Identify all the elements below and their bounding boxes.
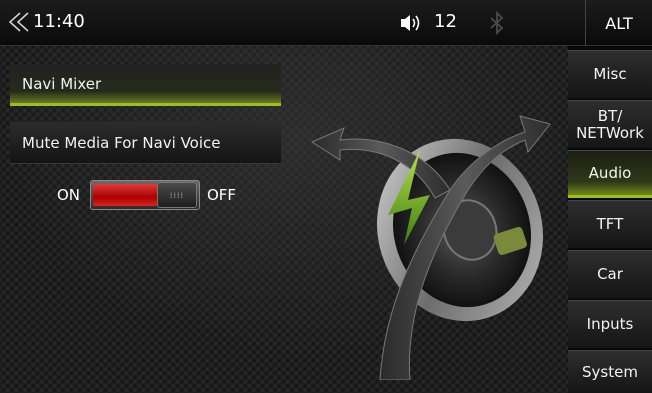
bluetooth-icon: [488, 10, 506, 36]
toggle-off-label: OFF: [207, 186, 237, 204]
speaker-icon: [398, 12, 424, 34]
toggle-knob[interactable]: ⁞⁞⁞⁞: [157, 182, 197, 208]
settings-screen: 11:40 12 ALT Navi Mixer Mute Media For N…: [0, 0, 652, 393]
menu-item-label: Car: [597, 265, 623, 283]
menu-item-inputs[interactable]: Inputs: [568, 300, 652, 348]
alt-button[interactable]: ALT: [586, 0, 652, 46]
menu-item-system[interactable]: System: [568, 350, 652, 393]
clock: 11:40: [33, 11, 85, 32]
menu-item-audio[interactable]: Audio: [568, 150, 652, 198]
volume-level: 12: [434, 11, 457, 32]
back-chevron-icon[interactable]: [6, 10, 32, 34]
option-navi-mixer[interactable]: Navi Mixer: [10, 64, 281, 106]
menu-item-label: TFT: [596, 215, 624, 233]
option-label: Navi Mixer: [22, 74, 102, 93]
toggle-track-on: [93, 184, 157, 206]
menu-item-misc[interactable]: Misc: [568, 50, 652, 98]
menu-item-label: System: [582, 362, 638, 381]
menu-item-bt-network[interactable]: BT/ NETWork: [568, 100, 652, 148]
menu-item-car[interactable]: Car: [568, 250, 652, 298]
menu-item-label: Inputs: [586, 315, 634, 333]
status-bar: 11:40 12 ALT: [0, 0, 652, 46]
navi-mixer-illustration: [300, 80, 570, 381]
menu-item-label: Misc: [593, 65, 627, 83]
toggle-on-label: ON: [57, 186, 81, 204]
menu-item-tft[interactable]: TFT: [568, 200, 652, 248]
option-mute-media[interactable]: Mute Media For Navi Voice: [10, 122, 281, 164]
menu-item-label: BT/ NETWork: [576, 106, 644, 142]
option-label: Mute Media For Navi Voice: [22, 133, 221, 152]
menu-item-label: Audio: [588, 163, 632, 182]
mute-toggle-switch[interactable]: ⁞⁞⁞⁞: [90, 180, 200, 210]
settings-menu: Misc BT/ NETWork Audio TFT Car Inputs Sy…: [568, 46, 652, 393]
